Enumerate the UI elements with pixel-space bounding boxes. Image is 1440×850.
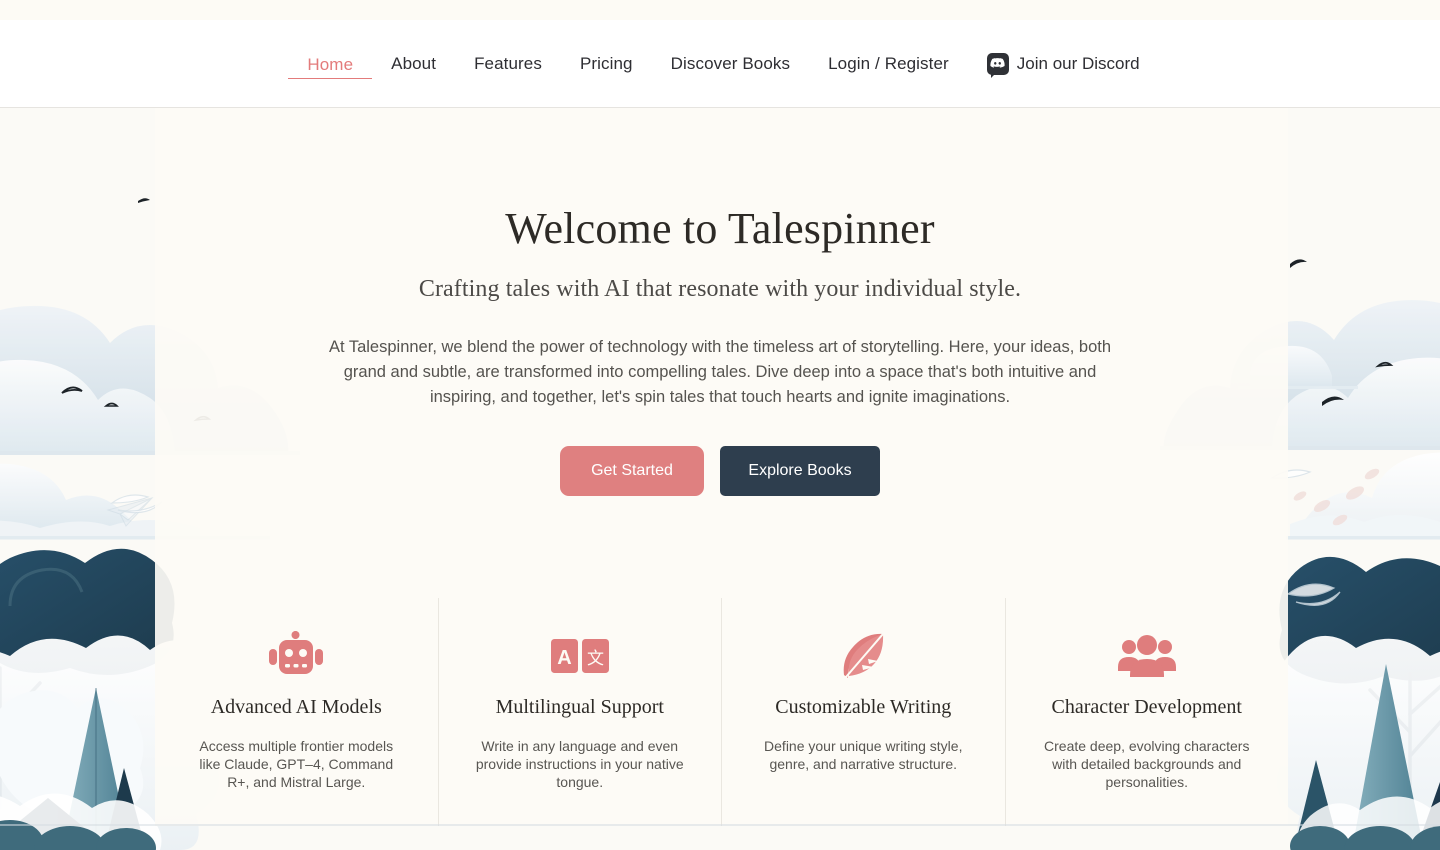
nav-item-features[interactable]: Features xyxy=(455,48,561,80)
svg-text:A: A xyxy=(557,647,571,669)
site-header: Home About Features Pricing Discover Boo… xyxy=(0,20,1440,108)
feature-title: Customizable Writing xyxy=(775,696,952,718)
feature-description: Define your unique writing style, genre,… xyxy=(764,738,963,772)
feather-icon xyxy=(838,630,888,682)
page-title: Welcome to Talespinner xyxy=(505,204,935,253)
nav-item-discover-books[interactable]: Discover Books xyxy=(652,48,810,80)
feature-description: Create deep, evolving characters with de… xyxy=(1044,738,1250,790)
main-navigation: Home About Features Pricing Discover Boo… xyxy=(288,47,1151,81)
nav-item-home[interactable]: Home xyxy=(288,49,373,79)
feature-title: Character Development xyxy=(1051,696,1242,718)
discord-label: Join our Discord xyxy=(1016,53,1140,73)
svg-text:文: 文 xyxy=(587,649,604,669)
features-section: Advanced AI Models Access multiple front… xyxy=(155,598,1288,826)
page-bottom-edge xyxy=(0,824,1440,826)
explore-books-button[interactable]: Explore Books xyxy=(720,446,880,496)
feature-title: Advanced AI Models xyxy=(210,696,382,718)
hero-button-group: Get Started Explore Books xyxy=(560,446,880,496)
discord-icon xyxy=(986,52,1009,78)
nav-item-pricing[interactable]: Pricing xyxy=(561,48,652,80)
hero-subtitle: Crafting tales with AI that resonate wit… xyxy=(418,276,1022,302)
feature-card-multilingual-support: A 文 Multilingual Support Write in any la… xyxy=(439,598,722,826)
nav-item-login-register[interactable]: Login / Register xyxy=(809,48,968,80)
top-strip xyxy=(0,0,1440,20)
robot-icon xyxy=(269,630,324,682)
feature-description: Access multiple frontier models like Cla… xyxy=(199,738,394,790)
feature-card-customizable-writing: Customizable Writing Define your unique … xyxy=(722,598,1006,826)
feature-description: Write in any language and even provide i… xyxy=(475,738,684,790)
page-root: Home About Features Pricing Discover Boo… xyxy=(0,0,1440,850)
feature-card-advanced-ai-models: Advanced AI Models Access multiple front… xyxy=(155,598,439,826)
nav-item-join-discord[interactable]: Join our Discord xyxy=(968,47,1152,81)
feature-title: Multilingual Support xyxy=(495,696,664,718)
nav-item-about[interactable]: About xyxy=(372,48,455,80)
people-group-icon xyxy=(1117,630,1176,682)
feature-card-character-development: Character Development Create deep, evolv… xyxy=(1006,598,1289,826)
hero-description: At Talespinner, we blend the power of te… xyxy=(328,338,1112,406)
get-started-button[interactable]: Get Started xyxy=(560,446,704,496)
hero-section: Welcome to Talespinner Crafting tales wi… xyxy=(0,108,1440,598)
translate-icon: A 文 xyxy=(550,630,609,682)
